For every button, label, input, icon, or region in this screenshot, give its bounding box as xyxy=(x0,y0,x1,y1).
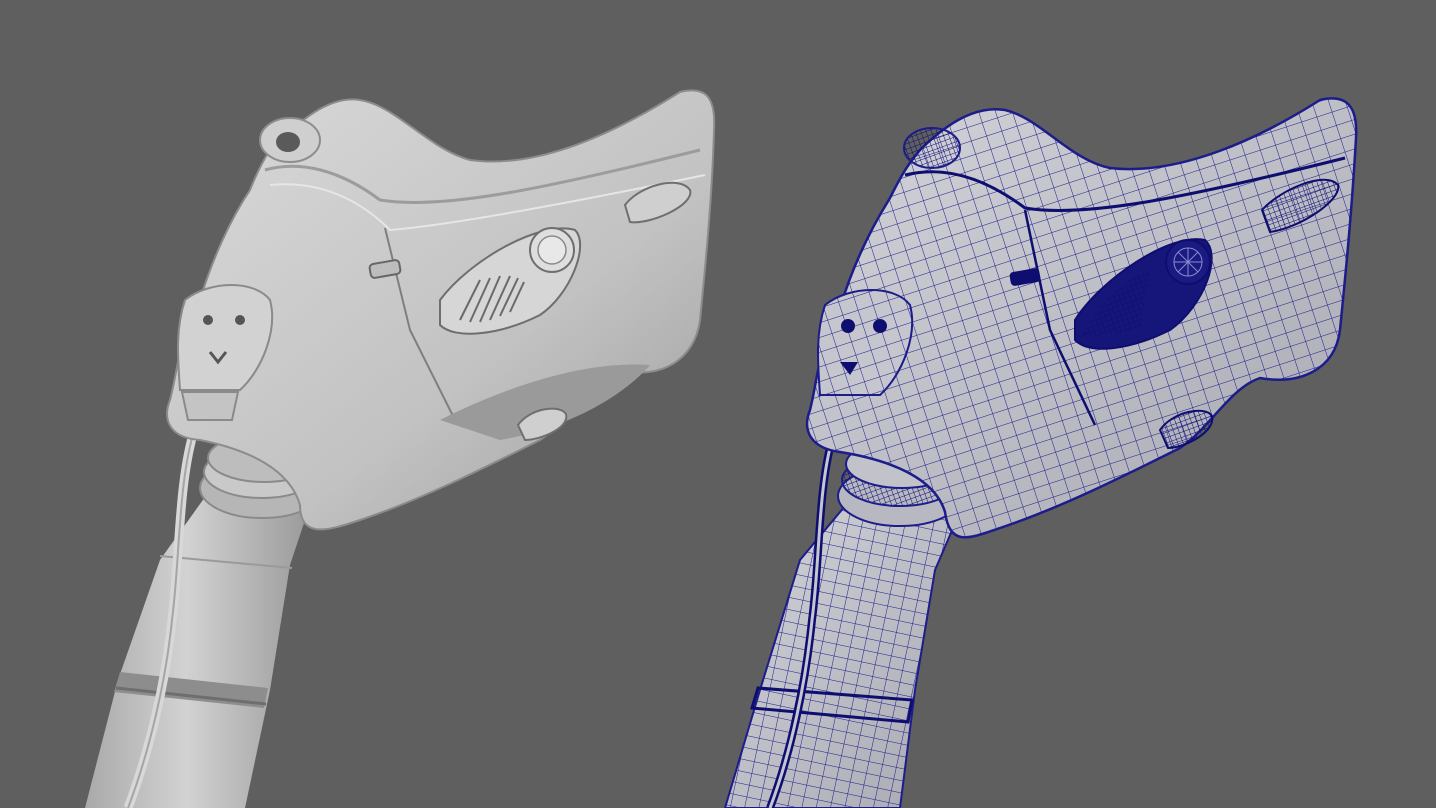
viewport-canvas[interactable] xyxy=(0,0,1436,808)
wireframe-hose xyxy=(723,438,963,808)
oxygen-mask-shaded[interactable] xyxy=(85,89,716,808)
3d-viewport[interactable] xyxy=(0,0,1436,808)
shaded-hose xyxy=(85,426,325,808)
oxygen-mask-wireframe[interactable] xyxy=(723,97,1358,808)
